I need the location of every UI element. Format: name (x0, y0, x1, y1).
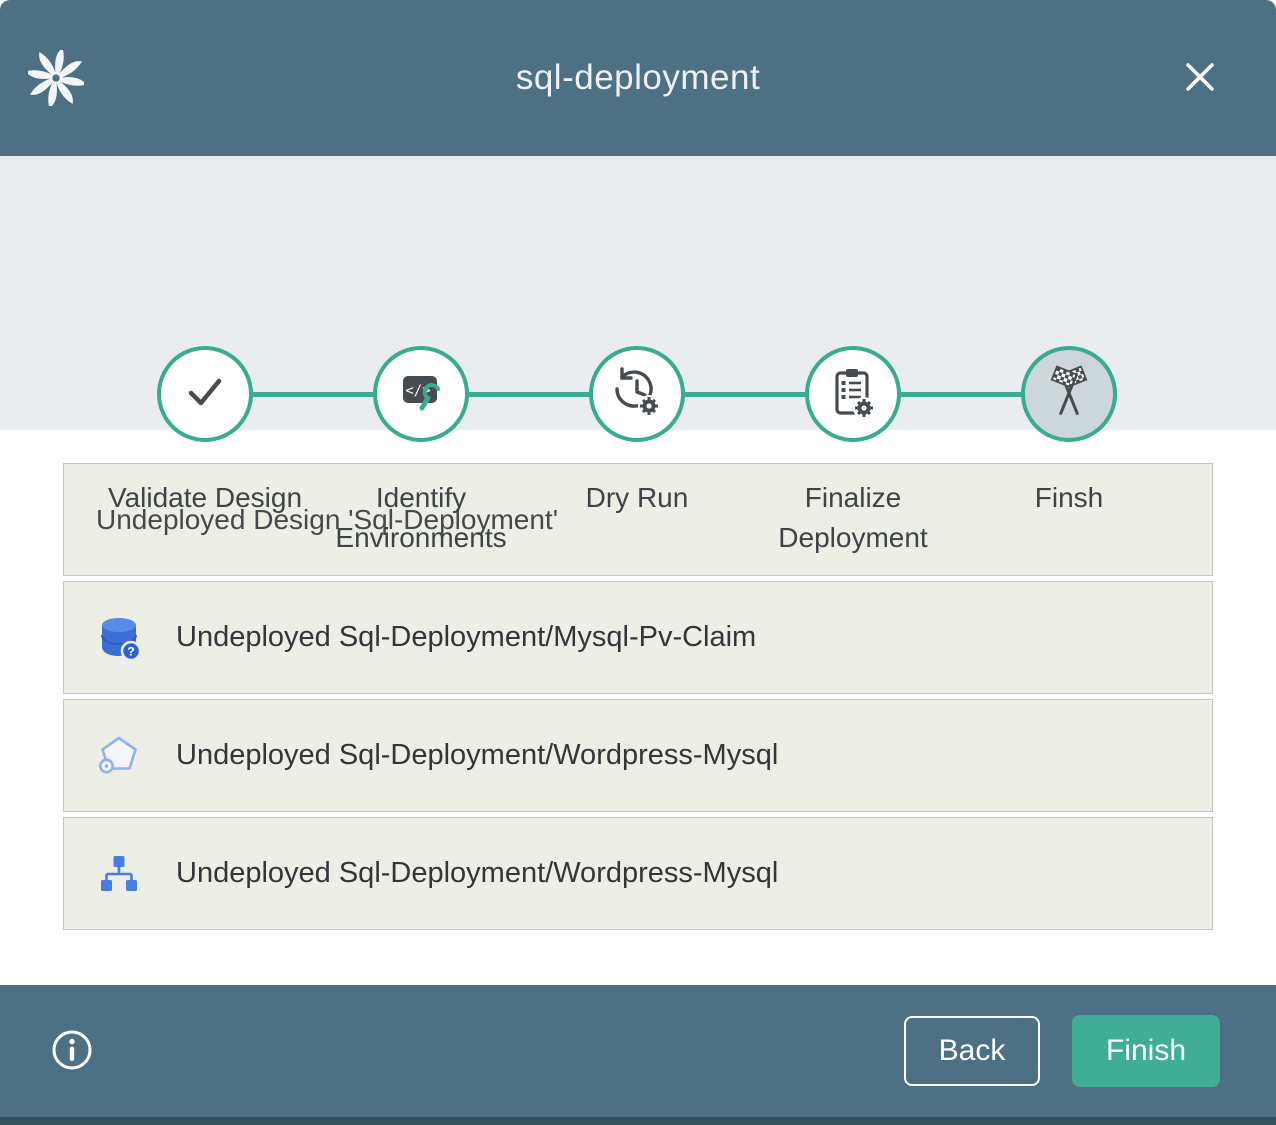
step-label-identify-environments: Identify Environments (301, 478, 541, 558)
step-finish[interactable] (1021, 346, 1117, 442)
swirl-logo-icon (28, 50, 84, 106)
close-x-icon (1180, 57, 1220, 100)
step-label-finalize-deployment: Finalize Deployment (733, 478, 973, 558)
wizard-dialog: sql-deployment Validate Design (0, 0, 1276, 1125)
svg-text:?: ? (127, 644, 134, 658)
deployment-tree-icon (96, 850, 142, 898)
window-bottom-edge (0, 1117, 1276, 1125)
close-button[interactable] (1176, 54, 1224, 102)
checkered-flags-icon (1038, 363, 1100, 426)
step-finalize-deployment[interactable] (805, 346, 901, 442)
back-button[interactable]: Back (904, 1016, 1040, 1086)
step-label-validate-design: Validate Design (85, 478, 325, 518)
log-row-wordpress-mysql-deployment: Undeployed Sql-Deployment/Wordpress-Mysq… (63, 817, 1213, 930)
database-icon: ? (96, 614, 142, 662)
step-label-dry-run: Dry Run (517, 478, 757, 518)
log-row-wordpress-mysql-pod: Undeployed Sql-Deployment/Wordpress-Mysq… (63, 699, 1213, 812)
code-wrench-icon: </> (394, 365, 448, 424)
info-icon (50, 1028, 94, 1075)
history-gear-icon (609, 364, 665, 425)
log-row-text: Undeployed Sql-Deployment/Wordpress-Mysq… (176, 857, 778, 890)
finish-button[interactable]: Finish (1072, 1015, 1220, 1087)
checkmark-icon (179, 366, 231, 423)
log-row-mysql-pv-claim: ? Undeployed Sql-Deployment/Mysql-Pv-Cla… (63, 581, 1213, 694)
step-identify-environments[interactable]: </> (373, 346, 469, 442)
clipboard-gear-icon (826, 364, 880, 425)
log-row-text: Undeployed Sql-Deployment/Wordpress-Mysq… (176, 739, 778, 772)
wizard-stepper: Validate Design </> Identify Environment… (0, 156, 1276, 430)
log-row-text: Undeployed Sql-Deployment/Mysql-Pv-Claim (176, 621, 756, 654)
dialog-header: sql-deployment (0, 0, 1276, 156)
step-validate-design[interactable] (157, 346, 253, 442)
step-label-finish: Finsh (949, 478, 1189, 518)
info-button[interactable] (48, 1027, 96, 1075)
pod-icon (96, 732, 142, 780)
dialog-footer: Back Finish (0, 985, 1276, 1117)
step-dry-run[interactable] (589, 346, 685, 442)
dialog-title: sql-deployment (516, 58, 760, 98)
